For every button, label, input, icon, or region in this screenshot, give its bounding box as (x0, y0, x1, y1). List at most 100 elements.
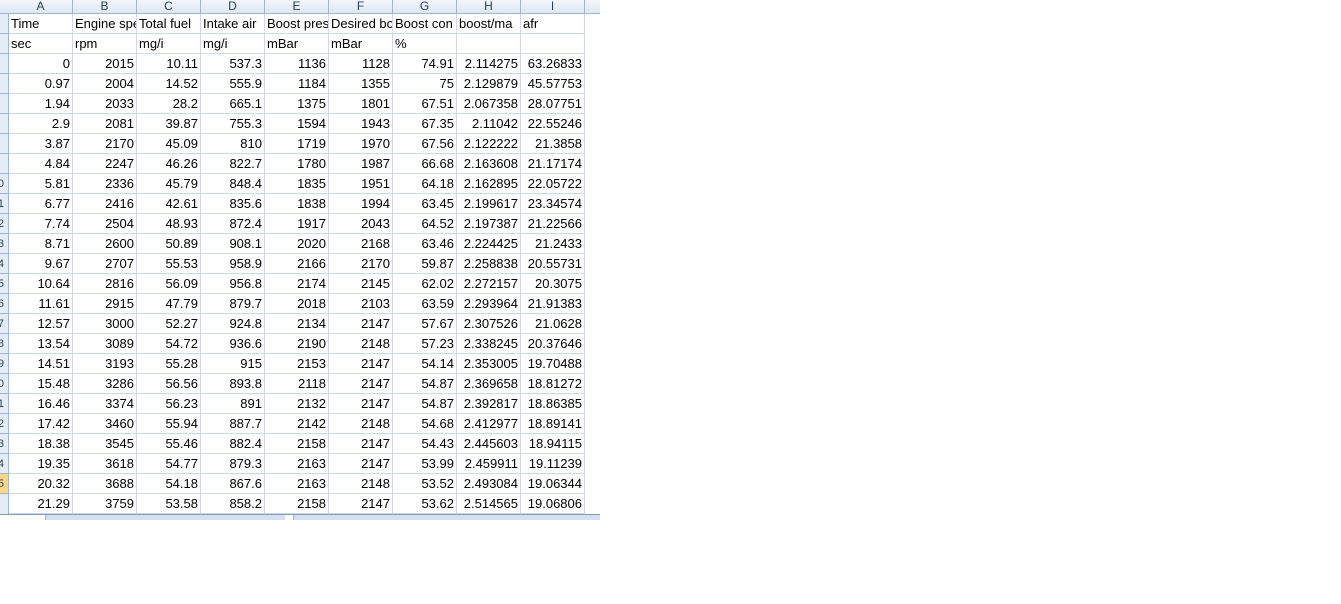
row-number[interactable] (0, 154, 8, 174)
table-cell[interactable]: 2153 (265, 354, 329, 374)
table-cell[interactable]: 2170 (329, 254, 393, 274)
table-cell[interactable]: 20.3075 (521, 274, 585, 294)
table-cell[interactable]: 2.445603 (457, 434, 521, 454)
table-cell[interactable]: 2148 (329, 414, 393, 434)
column-header-h[interactable]: H (457, 0, 521, 13)
table-cell[interactable]: 2600 (73, 234, 137, 254)
table-cell[interactable]: 3193 (73, 354, 137, 374)
table-cell[interactable]: mBar (329, 34, 393, 54)
row-number[interactable]: 1 (0, 194, 8, 214)
table-cell[interactable]: 53.52 (393, 474, 457, 494)
table-cell[interactable]: Boost pres (265, 14, 329, 34)
table-cell[interactable]: 54.87 (393, 394, 457, 414)
table-cell[interactable]: 1987 (329, 154, 393, 174)
table-cell[interactable]: 1375 (265, 94, 329, 114)
table-cell[interactable]: 56.09 (137, 274, 201, 294)
table-cell[interactable]: 2.199617 (457, 194, 521, 214)
horizontal-scrollbar[interactable] (285, 515, 294, 520)
table-cell[interactable]: 2.369658 (457, 374, 521, 394)
table-cell[interactable]: Desired bо (329, 14, 393, 34)
table-cell[interactable]: 54.43 (393, 434, 457, 454)
table-cell[interactable]: mBar (265, 34, 329, 54)
table-cell[interactable]: 2103 (329, 294, 393, 314)
table-cell[interactable]: 2020 (265, 234, 329, 254)
table-cell[interactable]: 64.18 (393, 174, 457, 194)
table-cell[interactable]: 21.91383 (521, 294, 585, 314)
table-cell[interactable]: 18.38 (9, 434, 73, 454)
table-cell[interactable]: rpm (73, 34, 137, 54)
table-cell[interactable]: Total fuel (137, 14, 201, 34)
table-cell[interactable]: 54.68 (393, 414, 457, 434)
row-number[interactable]: 4 (0, 254, 8, 274)
table-cell[interactable]: 2158 (265, 434, 329, 454)
column-header-f[interactable]: F (329, 0, 393, 13)
table-cell[interactable]: 1951 (329, 174, 393, 194)
table-cell[interactable]: 1355 (329, 74, 393, 94)
table-cell[interactable]: mg/i (137, 34, 201, 54)
table-cell[interactable]: 18.86385 (521, 394, 585, 414)
table-cell[interactable]: 810 (201, 134, 265, 154)
table-cell[interactable]: 2147 (329, 374, 393, 394)
table-cell[interactable]: 858.2 (201, 494, 265, 514)
table-cell[interactable]: 3759 (73, 494, 137, 514)
column-header-g[interactable]: G (393, 0, 457, 13)
table-cell[interactable]: 19.11239 (521, 454, 585, 474)
row-number[interactable] (0, 134, 8, 154)
table-cell[interactable]: 62.02 (393, 274, 457, 294)
table-cell[interactable]: 665.1 (201, 94, 265, 114)
table-cell[interactable]: 15.48 (9, 374, 73, 394)
table-cell[interactable]: 2.9 (9, 114, 73, 134)
table-cell[interactable]: 5.81 (9, 174, 73, 194)
table-cell[interactable]: 21.0628 (521, 314, 585, 334)
table-cell[interactable]: 1128 (329, 54, 393, 74)
table-cell[interactable]: 2145 (329, 274, 393, 294)
table-cell[interactable]: 2148 (329, 334, 393, 354)
table-cell[interactable]: 28.2 (137, 94, 201, 114)
table-cell[interactable]: boost/ma (457, 14, 521, 34)
table-cell[interactable]: 14.52 (137, 74, 201, 94)
row-number[interactable]: 0 (0, 174, 8, 194)
table-cell[interactable]: 2190 (265, 334, 329, 354)
table-cell[interactable]: 893.8 (201, 374, 265, 394)
table-cell[interactable]: 46.26 (137, 154, 201, 174)
sheet-tab-bar[interactable] (0, 514, 600, 520)
table-cell[interactable]: 2134 (265, 314, 329, 334)
table-cell[interactable]: 63.59 (393, 294, 457, 314)
table-cell[interactable]: 2163 (265, 454, 329, 474)
table-cell[interactable]: 21.29 (9, 494, 73, 514)
table-cell[interactable]: 2.338245 (457, 334, 521, 354)
table-cell[interactable]: 882.4 (201, 434, 265, 454)
table-cell[interactable]: 4.84 (9, 154, 73, 174)
table-cell[interactable]: 59.87 (393, 254, 457, 274)
table-cell[interactable]: 2148 (329, 474, 393, 494)
table-cell[interactable]: 14.51 (9, 354, 73, 374)
table-cell[interactable]: 18.81272 (521, 374, 585, 394)
table-cell[interactable]: 848.4 (201, 174, 265, 194)
table-cell[interactable]: 2.353005 (457, 354, 521, 374)
table-cell[interactable]: mg/i (201, 34, 265, 54)
table-cell[interactable]: 2.11042 (457, 114, 521, 134)
row-number[interactable]: 8 (0, 334, 8, 354)
row-number[interactable]: 1 (0, 394, 8, 414)
table-cell[interactable]: 55.46 (137, 434, 201, 454)
table-cell[interactable]: 1594 (265, 114, 329, 134)
table-cell[interactable]: 39.87 (137, 114, 201, 134)
row-number[interactable]: 0 (0, 374, 8, 394)
table-cell[interactable]: 10.64 (9, 274, 73, 294)
table-cell[interactable]: 9.67 (9, 254, 73, 274)
row-number[interactable]: 7 (0, 314, 8, 334)
table-cell[interactable]: 2118 (265, 374, 329, 394)
table-cell[interactable]: 54.18 (137, 474, 201, 494)
table-cell[interactable]: 0 (9, 54, 73, 74)
table-cell[interactable]: 53.99 (393, 454, 457, 474)
table-cell[interactable]: 1838 (265, 194, 329, 214)
table-cell[interactable]: 47.79 (137, 294, 201, 314)
table-cell[interactable]: 2.493084 (457, 474, 521, 494)
table-cell[interactable]: 1917 (265, 214, 329, 234)
table-cell[interactable]: 2.293964 (457, 294, 521, 314)
table-cell[interactable]: 21.3858 (521, 134, 585, 154)
column-header-b[interactable]: B (73, 0, 137, 13)
table-cell[interactable]: 3460 (73, 414, 137, 434)
row-number[interactable]: 4 (0, 454, 8, 474)
table-cell[interactable]: 2247 (73, 154, 137, 174)
